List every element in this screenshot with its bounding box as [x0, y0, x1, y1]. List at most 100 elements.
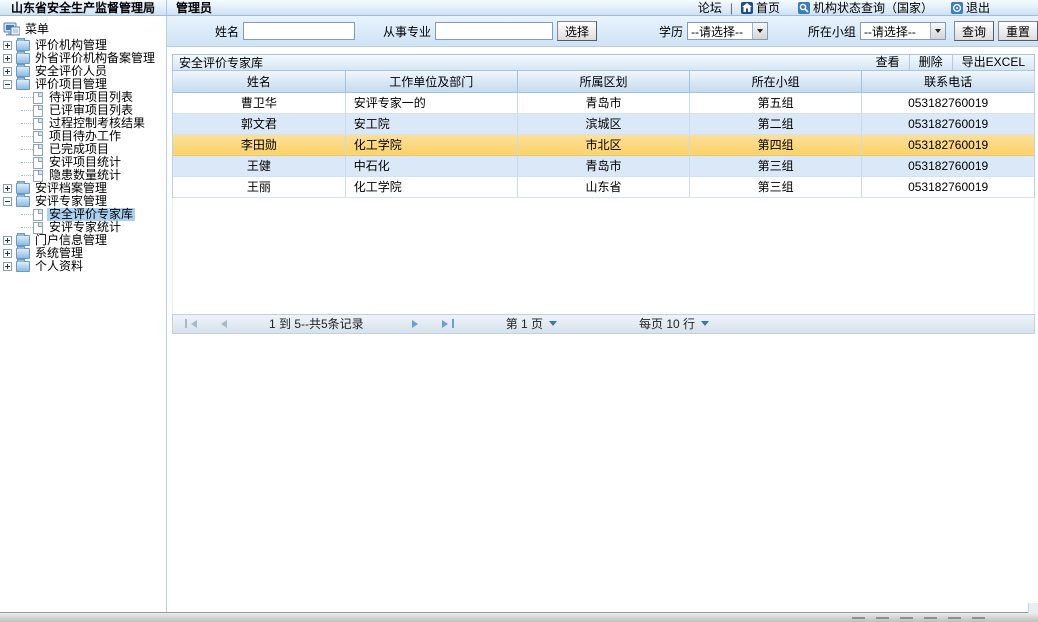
- sidebar-root-label: 菜单: [23, 23, 51, 36]
- query-button[interactable]: 查询: [954, 21, 994, 41]
- pagination-bar: 1 到 5--共5条记录 第 1 页 每页 10 行: [172, 314, 1035, 334]
- logout-link[interactable]: 退出: [966, 0, 990, 16]
- reset-button[interactable]: 重置: [998, 21, 1038, 41]
- table-cell: 第四组: [690, 134, 862, 155]
- profession-label: 从事专业: [383, 23, 431, 40]
- table-cell: 053182760019: [862, 113, 1034, 134]
- expand-plus-icon[interactable]: [3, 249, 12, 258]
- org-status-link[interactable]: 机构状态查询（国家）: [813, 0, 933, 16]
- panel-header: 安全评价专家库 查看删除导出EXCEL: [172, 54, 1035, 71]
- titlebar-links: 论坛 | 首页 机构状态查询（国家） 退出: [698, 0, 990, 16]
- folder-icon: [16, 261, 30, 272]
- page-number-text: 第 1 页: [506, 317, 543, 331]
- expand-plus-icon[interactable]: [3, 184, 12, 193]
- link-separator: |: [730, 1, 733, 15]
- table-body: 曹卫华安评专家一的青岛市第五组053182760019郭文君安工院滨城区第二组0…: [173, 92, 1034, 197]
- scrollbar-tick: [900, 617, 913, 619]
- expert-table: 姓名工作单位及部门所属区划所在小组联系电话 曹卫华安评专家一的青岛市第五组053…: [173, 71, 1034, 198]
- table-cell: 王健: [173, 155, 345, 176]
- table-cell: 第三组: [690, 155, 862, 176]
- column-header[interactable]: 工作单位及部门: [345, 71, 517, 92]
- sidebar-root[interactable]: 菜单: [0, 19, 166, 39]
- select-button[interactable]: 选择: [557, 21, 597, 41]
- forum-link[interactable]: 论坛: [698, 0, 722, 16]
- group-select[interactable]: --请选择--: [860, 22, 946, 40]
- expert-grid-panel: 安全评价专家库 查看删除导出EXCEL 姓名工作单位及部门所属区划所在小组联系电…: [172, 54, 1035, 334]
- column-header[interactable]: 所在小组: [690, 71, 862, 92]
- group-select-value: --请选择--: [864, 23, 916, 40]
- main-area: 姓名 从事专业 选择 学历 --请选择-- 所在小组 --请选择-- 查询 重置…: [167, 16, 1038, 612]
- education-select-arrow-icon[interactable]: [752, 23, 767, 39]
- file-icon: [33, 144, 43, 156]
- home-link[interactable]: 首页: [756, 0, 780, 16]
- table-row[interactable]: 李田勋化工学院市北区第四组053182760019: [173, 134, 1034, 155]
- folder-icon: [16, 66, 30, 77]
- table-row[interactable]: 王丽化工学院山东省第三组053182760019: [173, 176, 1034, 197]
- table-cell: 第三组: [690, 176, 862, 197]
- horizontal-scrollbar[interactable]: [0, 612, 1038, 622]
- table-cell: 化工学院: [345, 134, 517, 155]
- table-cell: 053182760019: [862, 155, 1034, 176]
- last-page-button[interactable]: [442, 319, 454, 328]
- page-number-dropdown-icon[interactable]: [549, 321, 557, 330]
- group-label: 所在小组: [808, 23, 856, 40]
- page-size-dropdown-icon[interactable]: [701, 321, 709, 330]
- table-cell: 053182760019: [862, 92, 1034, 113]
- table-cell: 市北区: [517, 134, 689, 155]
- tree-connector: [21, 136, 33, 137]
- group-select-arrow-icon[interactable]: [930, 23, 945, 39]
- expand-plus-icon[interactable]: [3, 41, 12, 50]
- expand-plus-icon[interactable]: [3, 262, 12, 271]
- next-page-button[interactable]: [412, 320, 422, 328]
- table-row[interactable]: 王健中石化青岛市第三组053182760019: [173, 155, 1034, 176]
- table-cell: 第二组: [690, 113, 862, 134]
- org-status-search-icon: [798, 2, 810, 14]
- folder-icon: [16, 248, 30, 259]
- first-page-button[interactable]: [185, 319, 197, 328]
- tree-connector: [21, 214, 33, 215]
- panel-action-2[interactable]: 导出EXCEL: [952, 55, 1034, 70]
- expand-plus-icon[interactable]: [3, 67, 12, 76]
- expand-plus-icon[interactable]: [3, 54, 12, 63]
- tree-connector: [21, 162, 33, 163]
- education-select[interactable]: --请选择--: [687, 22, 768, 40]
- panel-action-1[interactable]: 删除: [909, 55, 952, 70]
- file-icon: [33, 118, 43, 130]
- name-input[interactable]: [243, 22, 355, 40]
- tree-connector: [21, 110, 33, 111]
- table-cell: 安评专家一的: [345, 92, 517, 113]
- name-label: 姓名: [215, 23, 239, 40]
- table-cell: 053182760019: [862, 176, 1034, 197]
- tree-connector: [21, 149, 33, 150]
- tree-connector: [21, 227, 33, 228]
- folder-icon: [16, 196, 30, 207]
- sidebar-item[interactable]: 个人资料: [0, 260, 166, 273]
- table-row[interactable]: 曹卫华安评专家一的青岛市第五组053182760019: [173, 92, 1034, 113]
- column-header[interactable]: 联系电话: [862, 71, 1034, 92]
- column-header[interactable]: 所属区划: [517, 71, 689, 92]
- home-icon: [741, 2, 753, 14]
- expand-plus-icon[interactable]: [3, 236, 12, 245]
- folder-icon: [16, 235, 30, 246]
- table-cell: 山东省: [517, 176, 689, 197]
- collapse-minus-icon[interactable]: [3, 80, 12, 89]
- scrollbar-corner: [1028, 603, 1038, 613]
- page-number-selector[interactable]: 第 1 页: [506, 315, 543, 332]
- panel-action-0[interactable]: 查看: [867, 55, 909, 70]
- collapse-minus-icon[interactable]: [3, 197, 12, 206]
- table-cell: 053182760019: [862, 134, 1034, 155]
- table-row[interactable]: 郭文君安工院滨城区第二组053182760019: [173, 113, 1034, 134]
- table-cell: 第五组: [690, 92, 862, 113]
- prev-page-button[interactable]: [217, 320, 227, 328]
- page-size-selector[interactable]: 每页 10 行: [639, 315, 695, 332]
- file-icon: [33, 170, 43, 182]
- expert-table-wrap: 姓名工作单位及部门所属区划所在小组联系电话 曹卫华安评专家一的青岛市第五组053…: [172, 71, 1035, 198]
- tree-connector: [21, 97, 33, 98]
- titlebar-divider: [166, 0, 167, 15]
- column-header[interactable]: 姓名: [173, 71, 345, 92]
- table-cell: 青岛市: [517, 92, 689, 113]
- profession-input[interactable]: [435, 22, 553, 40]
- folder-icon: [16, 40, 30, 51]
- folder-icon: [16, 183, 30, 194]
- education-select-value: --请选择--: [691, 23, 743, 40]
